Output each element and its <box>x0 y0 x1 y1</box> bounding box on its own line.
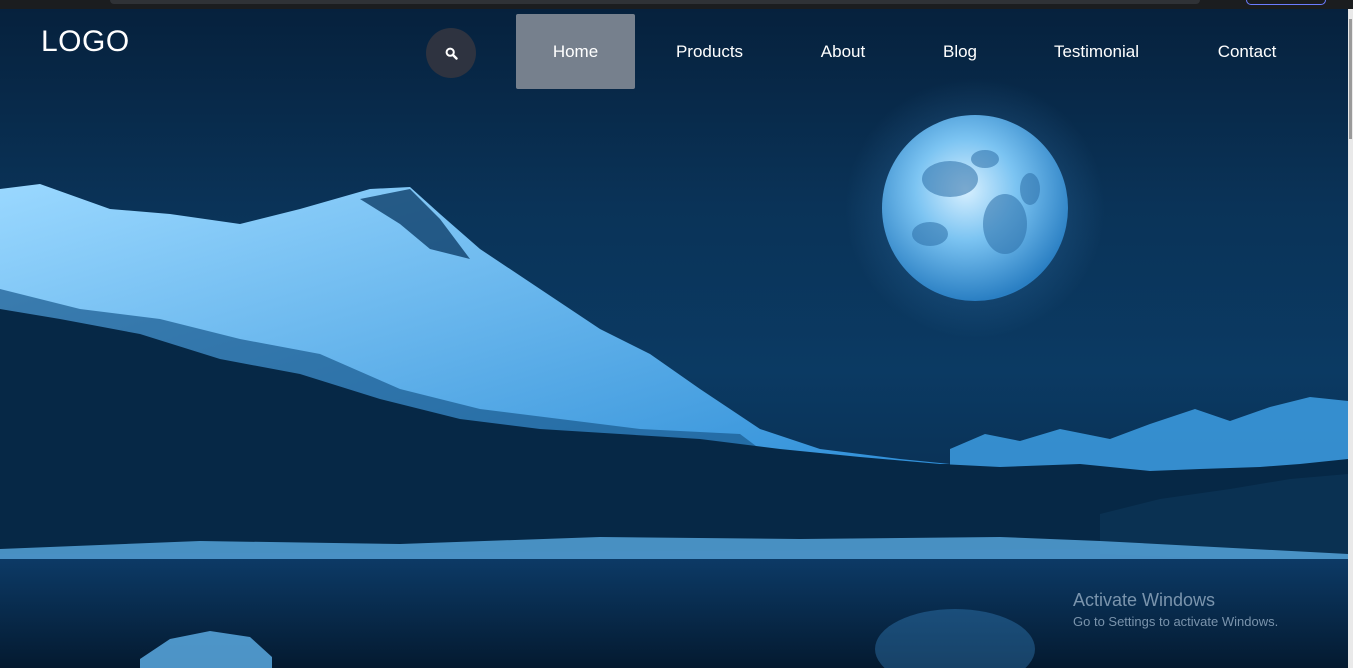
search-button[interactable] <box>426 28 476 78</box>
browser-button-edge <box>1246 0 1326 5</box>
nav-home[interactable]: Home <box>516 14 635 89</box>
browser-top-strip <box>0 0 1353 9</box>
night-landscape-image <box>0 78 1348 668</box>
watermark-title: Activate Windows <box>1073 590 1216 610</box>
nav-products[interactable]: Products <box>662 14 757 89</box>
nav-testimonial[interactable]: Testimonial <box>1040 14 1153 89</box>
nav-products-label: Products <box>675 41 744 61</box>
nav-contact[interactable]: Contact <box>1203 14 1291 89</box>
nav-contact-label: Contact <box>1217 41 1277 61</box>
nav-blog-label: Blog <box>942 41 978 61</box>
moon <box>882 115 1068 301</box>
nav-about-label: About <box>820 41 866 61</box>
address-bar-edge <box>110 0 1200 4</box>
scrollbar[interactable] <box>1348 9 1353 668</box>
nav-home-label: Home <box>552 41 599 61</box>
activate-windows-watermark: Activate Windows Go to Settings to activ… <box>1073 590 1278 629</box>
watermark-subtitle: Go to Settings to activate Windows. <box>1073 614 1279 629</box>
hero-background <box>0 9 1348 668</box>
scrollbar-thumb[interactable] <box>1349 19 1352 139</box>
nav-about[interactable]: About <box>805 14 881 89</box>
site-logo[interactable]: LOGO <box>41 25 130 59</box>
search-icon <box>445 47 458 60</box>
nav-testimonial-label: Testimonial <box>1053 41 1140 61</box>
nav-blog[interactable]: Blog <box>930 14 990 89</box>
